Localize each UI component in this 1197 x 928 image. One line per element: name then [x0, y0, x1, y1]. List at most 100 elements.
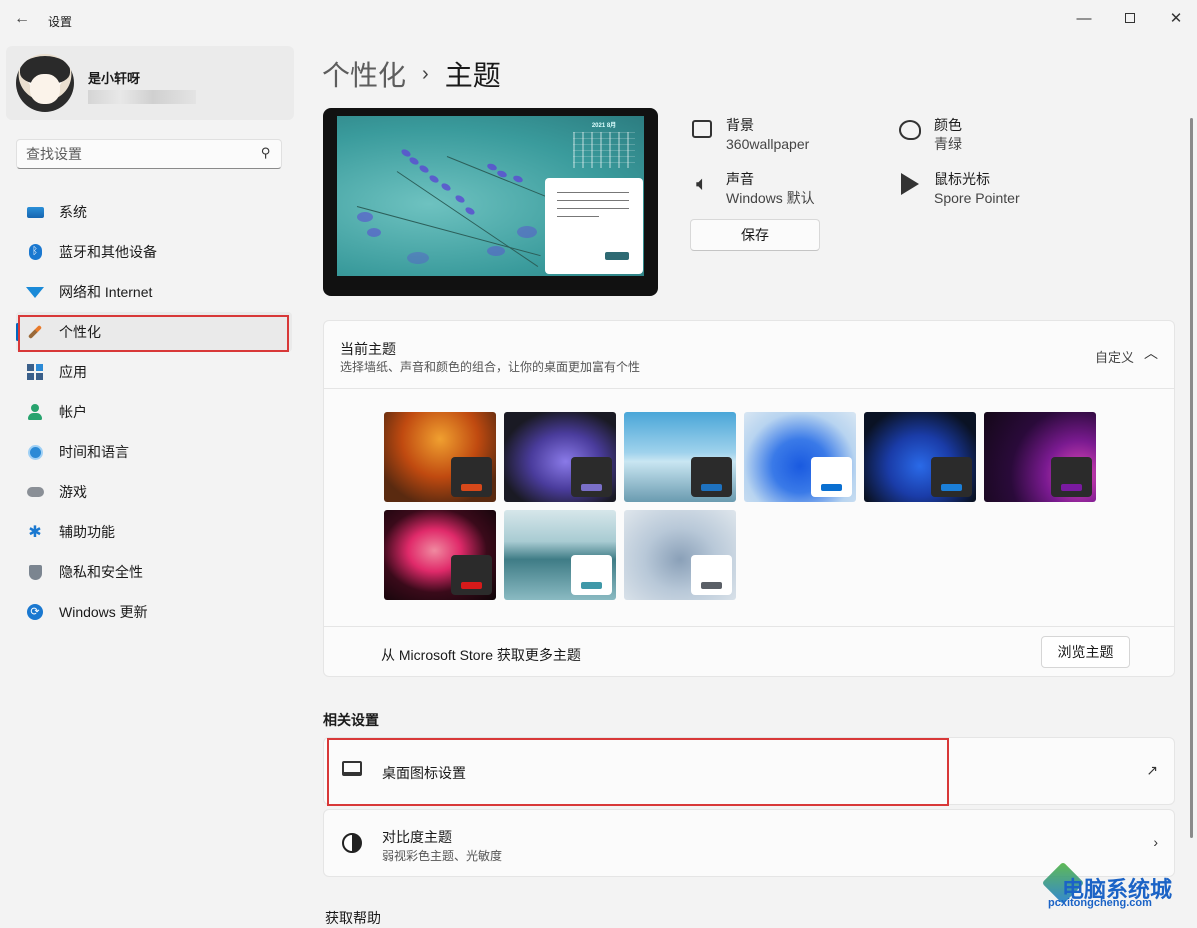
sidebar-item-label: 应用 — [59, 364, 87, 380]
background-title: 背景 — [726, 117, 754, 133]
breadcrumb-parent[interactable]: 个性化 — [322, 54, 406, 94]
sidebar-item-label: 帐户 — [59, 404, 87, 420]
save-button[interactable]: 保存 — [690, 219, 820, 251]
current-theme-header[interactable]: 当前主题 选择墙纸、声音和颜色的组合，让你的桌面更加富有个性 自定义 ︿ — [324, 321, 1174, 389]
page-title: 主题 — [444, 60, 501, 91]
store-text: 从 Microsoft Store 获取更多主题 — [381, 647, 581, 663]
update-icon: ⟳ — [26, 603, 44, 621]
arrow-left-icon: ← — [14, 10, 30, 27]
sidebar-item-label: 游戏 — [59, 484, 87, 500]
title-bar: ← 设置 — ✕ — [0, 0, 1197, 40]
chevron-up-icon[interactable]: ︿ — [1144, 343, 1158, 363]
close-icon: ✕ — [1169, 10, 1183, 27]
cursor-value: Spore Pointer — [934, 190, 1020, 206]
profile-name: 是小轩呀 — [88, 71, 141, 86]
profile-card[interactable]: 是小轩呀 — [6, 46, 294, 120]
highlight-box-personalization — [18, 315, 289, 352]
person-icon — [26, 403, 44, 421]
search-input[interactable] — [26, 146, 246, 162]
sidebar: 是小轩呀 ⚲ 系统 ᛒ 蓝牙和其他设备 网络和 Internet 个性化 应用 … — [0, 40, 300, 917]
sidebar-item-accounts[interactable]: 帐户 — [16, 392, 292, 432]
sidebar-nav: 系统 ᛒ 蓝牙和其他设备 网络和 Internet 个性化 应用 帐户 时间和语… — [16, 192, 292, 632]
color-title: 颜色 — [934, 117, 962, 133]
maximize-icon — [1125, 13, 1135, 23]
cursor-setting[interactable]: 鼠标光标 Spore Pointer — [898, 170, 1020, 208]
search-icon[interactable]: ⚲ — [261, 145, 271, 161]
store-row: 从 Microsoft Store 获取更多主题 浏览主题 — [324, 626, 1174, 678]
current-theme-subtitle: 选择墙纸、声音和颜色的组合，让你的桌面更加富有个性 — [340, 360, 641, 374]
sidebar-item-gaming[interactable]: 游戏 — [16, 472, 292, 512]
theme-thumbnail-lake[interactable] — [504, 510, 616, 600]
sidebar-item-accessibility[interactable]: ✱ 辅助功能 — [16, 512, 292, 552]
accessibility-icon: ✱ — [28, 524, 42, 541]
theme-thumbnail-glow-purple[interactable] — [504, 412, 616, 502]
watermark-url: pcxitongcheng.com — [1048, 897, 1152, 909]
theme-preview: 2021 8月 — [323, 108, 658, 296]
minimize-icon: — — [1076, 9, 1092, 27]
apps-icon — [26, 363, 44, 381]
contrast-themes-title: 对比度主题 — [382, 829, 452, 845]
maximize-button[interactable] — [1107, 4, 1153, 32]
wifi-icon — [26, 283, 44, 301]
system-icon — [26, 203, 44, 221]
current-theme-title: 当前主题 — [340, 341, 396, 357]
breadcrumb-separator: › — [422, 62, 429, 85]
theme-thumbnail-bloom-gray[interactable] — [624, 510, 736, 600]
globe-clock-icon — [26, 443, 44, 461]
profile-email-redacted — [88, 90, 196, 104]
sidebar-item-label: 辅助功能 — [59, 524, 115, 540]
sidebar-item-bluetooth[interactable]: ᛒ 蓝牙和其他设备 — [16, 232, 292, 272]
breadcrumb: 个性化 › 主题 — [322, 54, 501, 94]
scrollbar[interactable] — [1190, 118, 1193, 838]
sidebar-item-privacy[interactable]: 隐私和安全性 — [16, 552, 292, 592]
sidebar-item-network[interactable]: 网络和 Internet — [16, 272, 292, 312]
color-setting[interactable]: 颜色 青绿 — [898, 116, 962, 154]
minimize-button[interactable]: — — [1061, 4, 1107, 32]
cursor-title: 鼠标光标 — [934, 171, 990, 187]
app-title: 设置 — [48, 15, 73, 29]
speaker-icon: 🔈︎ — [696, 173, 708, 195]
search-box[interactable]: ⚲ — [16, 139, 282, 169]
background-value: 360wallpaper — [726, 136, 810, 152]
theme-thumbnail-sky[interactable] — [624, 412, 736, 502]
theme-thumbnail-flower[interactable] — [384, 510, 496, 600]
sidebar-item-label: 系统 — [59, 204, 87, 220]
current-theme-state: 自定义 — [1094, 350, 1134, 365]
theme-thumbnail-purple-planet[interactable] — [984, 412, 1096, 502]
contrast-icon — [342, 833, 362, 858]
gamepad-icon — [26, 483, 44, 501]
sidebar-item-apps[interactable]: 应用 — [16, 352, 292, 392]
current-theme-panel: 当前主题 选择墙纸、声音和颜色的组合，让你的桌面更加富有个性 自定义 ︿ 从 M… — [323, 320, 1175, 677]
avatar — [16, 54, 74, 112]
image-icon — [690, 118, 714, 142]
sound-setting[interactable]: 🔈︎ 声音 Windows 默认 — [690, 170, 815, 208]
color-value: 青绿 — [934, 136, 962, 152]
contrast-themes-subtitle: 弱视彩色主题、光敏度 — [382, 849, 503, 863]
sidebar-item-label: 蓝牙和其他设备 — [59, 244, 157, 260]
preview-calendar: 2021 8月 — [573, 120, 635, 170]
sidebar-item-label: 网络和 Internet — [59, 284, 153, 300]
close-button[interactable]: ✕ — [1153, 4, 1197, 32]
external-link-icon: ↗ — [1146, 762, 1158, 778]
chevron-right-icon: › — [1153, 834, 1158, 850]
highlight-box-desktop-icons — [327, 738, 949, 806]
help-link[interactable]: 获取帮助 — [325, 908, 381, 928]
sidebar-item-system[interactable]: 系统 — [16, 192, 292, 232]
palette-icon — [898, 118, 922, 142]
preview-window — [545, 178, 643, 274]
sidebar-item-time-language[interactable]: 时间和语言 — [16, 432, 292, 472]
sound-value: Windows 默认 — [726, 190, 815, 206]
related-settings-title: 相关设置 — [323, 712, 379, 728]
background-setting[interactable]: 背景 360wallpaper — [690, 116, 809, 154]
theme-thumbnail-bloom-dark[interactable] — [864, 412, 976, 502]
browse-themes-button[interactable]: 浏览主题 — [1041, 636, 1130, 668]
theme-thumbnail-autumn[interactable] — [384, 412, 496, 502]
theme-thumbnail-bloom-light[interactable] — [744, 412, 856, 502]
sidebar-item-label: 时间和语言 — [59, 444, 129, 460]
contrast-themes-card[interactable]: 对比度主题 弱视彩色主题、光敏度 › — [323, 809, 1175, 877]
preview-wallpaper: 2021 8月 — [337, 116, 644, 276]
shield-icon — [26, 563, 44, 581]
back-button[interactable]: ← — [14, 10, 32, 30]
sidebar-item-windows-update[interactable]: ⟳ Windows 更新 — [16, 592, 292, 632]
sound-title: 声音 — [726, 171, 754, 187]
